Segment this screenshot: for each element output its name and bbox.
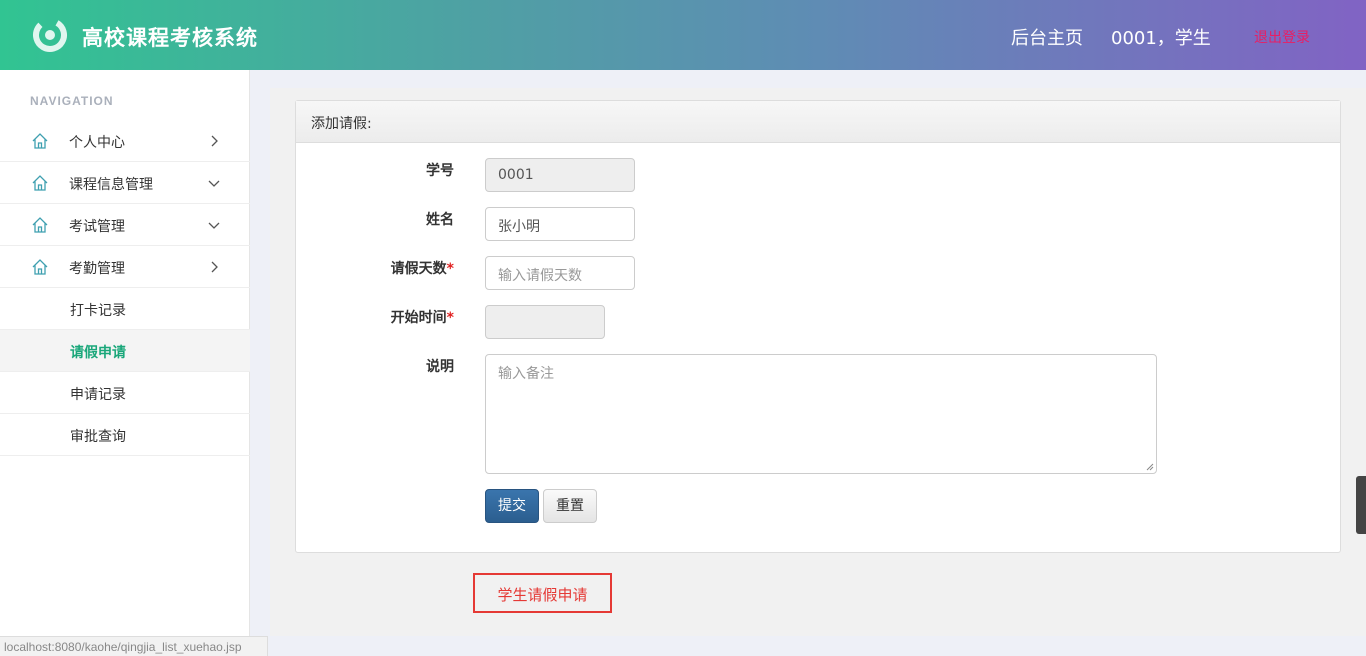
nav-heading: NAVIGATION <box>30 94 114 108</box>
sidebar-subitem-checkin-records[interactable]: 打卡记录 <box>0 288 250 330</box>
student-id-label: 学号 <box>314 160 454 180</box>
home-icon <box>32 175 48 191</box>
sidebar-item-label: 个人中心 <box>69 135 125 151</box>
panel-title: 添加请假: <box>311 116 372 132</box>
home-icon <box>32 259 48 275</box>
leave-days-input[interactable]: 输入请假天数 <box>485 256 635 290</box>
sidebar-subitem-label: 请假申请 <box>70 345 126 361</box>
top-bar: 高校课程考核系统 后台主页 0001，学生 退出登录 <box>0 0 1366 70</box>
chevron-right-icon <box>211 135 218 147</box>
remark-placeholder: 输入备注 <box>498 366 554 382</box>
annotation-box: 学生请假申请 <box>473 573 612 613</box>
status-bar-url: localhost:8080/kaohe/qingjia_list_xuehao… <box>0 636 268 656</box>
logout-link[interactable]: 退出登录 <box>1254 27 1310 47</box>
remark-textarea[interactable]: 输入备注 <box>485 354 1157 474</box>
start-time-label-text: 开始时间 <box>390 310 447 326</box>
submit-button[interactable]: 提交 <box>485 489 539 523</box>
home-icon <box>32 217 48 233</box>
name-value: 张小明 <box>498 219 540 235</box>
home-link[interactable]: 后台主页 <box>1011 24 1083 50</box>
sidebar-subitem-approval-query[interactable]: 审批查询 <box>0 414 250 456</box>
leave-form-panel: 添加请假: 学号 0001 姓名 张小明 请假天数* 输入请假天数 开始时间* … <box>295 100 1341 553</box>
app-title: 高校课程考核系统 <box>82 26 258 50</box>
sidebar-item-label: 课程信息管理 <box>69 177 153 193</box>
logo-icon <box>33 18 67 52</box>
home-icon <box>32 133 48 149</box>
sidebar-subitem-request-records[interactable]: 申请记录 <box>0 372 250 414</box>
name-field[interactable]: 张小明 <box>485 207 635 241</box>
remark-label: 说明 <box>314 356 454 376</box>
leave-days-label-text: 请假天数 <box>390 261 447 277</box>
chevron-right-icon <box>211 261 218 273</box>
side-widget[interactable] <box>1356 476 1366 534</box>
sidebar: NAVIGATION 个人中心 课程信息管理 考试管理 考勤管理 打卡记录 请假… <box>0 70 250 656</box>
student-id-value: 0001 <box>498 167 534 183</box>
required-mark: * <box>446 261 454 277</box>
sidebar-subitem-label: 审批查询 <box>70 429 126 445</box>
name-label-text: 姓名 <box>426 212 454 228</box>
sidebar-item-label: 考试管理 <box>69 219 125 235</box>
sidebar-menu: 个人中心 课程信息管理 考试管理 考勤管理 打卡记录 请假申请 申请记录 审批查… <box>0 120 250 456</box>
leave-days-placeholder: 输入请假天数 <box>498 268 582 284</box>
annotation-label: 学生请假申请 <box>497 586 588 604</box>
chevron-down-icon <box>208 180 220 187</box>
panel-header: 添加请假: <box>296 101 1340 143</box>
sidebar-subitem-leave-request[interactable]: 请假申请 <box>0 330 250 372</box>
sidebar-item-exam-management[interactable]: 考试管理 <box>0 204 250 246</box>
sidebar-item-course-management[interactable]: 课程信息管理 <box>0 162 250 204</box>
start-time-label: 开始时间* <box>314 307 454 327</box>
student-id-field[interactable]: 0001 <box>485 158 635 192</box>
leave-days-label: 请假天数* <box>314 258 454 278</box>
name-label: 姓名 <box>314 209 454 229</box>
sidebar-item-attendance-management[interactable]: 考勤管理 <box>0 246 250 288</box>
sidebar-item-label: 考勤管理 <box>69 261 125 277</box>
resize-grip-icon[interactable] <box>1146 463 1154 471</box>
user-info: 0001，学生 <box>1111 28 1211 49</box>
reset-button[interactable]: 重置 <box>543 489 597 523</box>
required-mark: * <box>446 310 454 326</box>
remark-label-text: 说明 <box>426 359 454 375</box>
chevron-down-icon <box>208 222 220 229</box>
sidebar-item-personal-center[interactable]: 个人中心 <box>0 120 250 162</box>
student-id-label-text: 学号 <box>426 163 454 179</box>
sidebar-subitem-label: 打卡记录 <box>70 303 126 319</box>
start-time-input[interactable] <box>485 305 605 339</box>
sidebar-subitem-label: 申请记录 <box>70 387 126 403</box>
